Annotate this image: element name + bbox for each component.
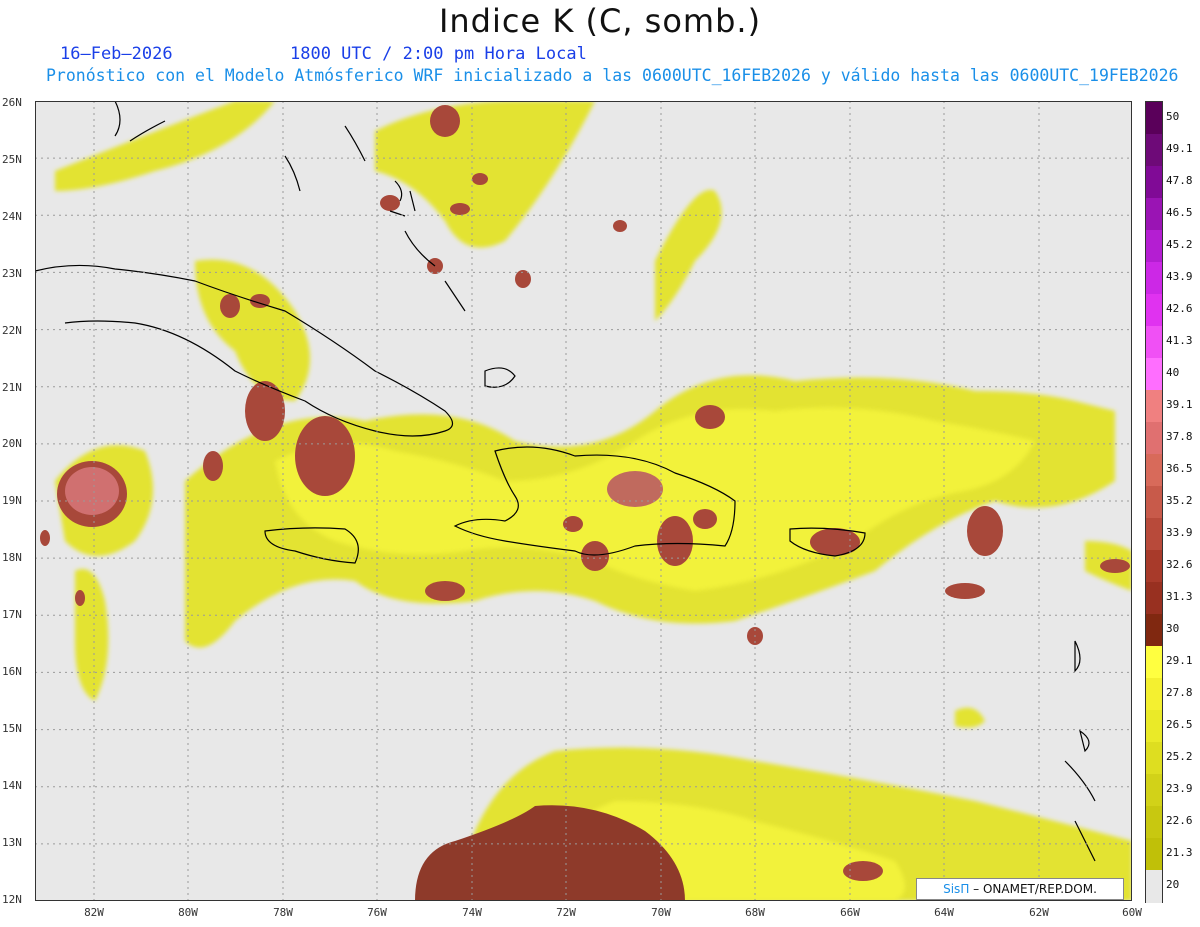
- legend-swatch: [1146, 838, 1162, 871]
- lat-label: 24N: [2, 210, 22, 223]
- legend-swatch: [1146, 550, 1162, 583]
- legend-label: 43.9: [1166, 270, 1193, 283]
- legend-label: 31.3: [1166, 590, 1193, 603]
- legend-swatch: [1146, 358, 1162, 391]
- lon-label: 66W: [840, 906, 860, 919]
- legend-label: 25.2: [1166, 750, 1193, 763]
- legend-label: 47.8: [1166, 174, 1193, 187]
- lat-label: 12N: [2, 893, 22, 906]
- credit-box: SisΠ – ONAMET/REP.DOM.: [916, 878, 1124, 900]
- legend-swatch: [1146, 294, 1162, 327]
- lon-label: 78W: [273, 906, 293, 919]
- lat-label: 22N: [2, 324, 22, 337]
- legend-swatch: [1146, 326, 1162, 359]
- legend-swatch: [1146, 454, 1162, 487]
- color-legend: [1145, 101, 1163, 903]
- legend-swatch: [1146, 742, 1162, 775]
- lat-label: 13N: [2, 836, 22, 849]
- legend-swatch: [1146, 518, 1162, 551]
- legend-label: 40: [1166, 366, 1180, 379]
- lon-label: 76W: [367, 906, 387, 919]
- map-title: Indice K (C, somb.): [438, 2, 762, 40]
- legend-label: 30: [1166, 622, 1180, 635]
- lon-label: 68W: [745, 906, 765, 919]
- legend-label: 42.6: [1166, 302, 1193, 315]
- legend-label: 32.6: [1166, 558, 1193, 571]
- legend-swatch: [1146, 870, 1162, 903]
- forecast-time: 1800 UTC / 2:00 pm Hora Local: [290, 44, 587, 64]
- lon-label: 72W: [556, 906, 576, 919]
- lat-label: 20N: [2, 437, 22, 450]
- legend-label: 26.5: [1166, 718, 1193, 731]
- lat-label: 17N: [2, 608, 22, 621]
- legend-label: 35.2: [1166, 494, 1193, 507]
- legend-label: 20: [1166, 878, 1180, 891]
- lat-label: 23N: [2, 267, 22, 280]
- legend-label: 37.8: [1166, 430, 1193, 443]
- legend-label: 50: [1166, 110, 1180, 123]
- legend-swatch: [1146, 422, 1162, 455]
- legend-label: 23.9: [1166, 782, 1193, 795]
- lat-label: 15N: [2, 722, 22, 735]
- lon-label: 70W: [651, 906, 671, 919]
- legend-swatch: [1146, 390, 1162, 423]
- legend-swatch: [1146, 230, 1162, 263]
- legend-swatch: [1146, 646, 1162, 679]
- legend-swatch: [1146, 134, 1162, 167]
- legend-swatch: [1146, 486, 1162, 519]
- legend-label: 29.1: [1166, 654, 1193, 667]
- lat-label: 19N: [2, 494, 22, 507]
- forecast-date: 16–Feb–2026: [60, 44, 173, 64]
- legend-label: 41.3: [1166, 334, 1193, 347]
- legend-swatch: [1146, 774, 1162, 807]
- legend-swatch: [1146, 678, 1162, 711]
- legend-swatch: [1146, 262, 1162, 295]
- lon-label: 60W: [1122, 906, 1142, 919]
- legend-swatch: [1146, 166, 1162, 199]
- lat-label: 21N: [2, 381, 22, 394]
- legend-label: 21.3: [1166, 846, 1193, 859]
- legend-swatch: [1146, 710, 1162, 743]
- model-subtitle: Pronóstico con el Modelo Atmósferico WRF…: [46, 66, 1179, 85]
- lon-label: 80W: [178, 906, 198, 919]
- legend-swatch: [1146, 806, 1162, 839]
- legend-label: 45.2: [1166, 238, 1193, 251]
- legend-swatch: [1146, 198, 1162, 231]
- lat-label: 14N: [2, 779, 22, 792]
- legend-swatch: [1146, 102, 1162, 135]
- legend-label: 46.5: [1166, 206, 1193, 219]
- lat-label: 25N: [2, 153, 22, 166]
- legend-label: 33.9: [1166, 526, 1193, 539]
- lon-label: 82W: [84, 906, 104, 919]
- lon-label: 64W: [934, 906, 954, 919]
- lat-label: 16N: [2, 665, 22, 678]
- credit-text: – ONAMET/REP.DOM.: [973, 882, 1097, 896]
- legend-label: 49.1: [1166, 142, 1193, 155]
- lon-label: 62W: [1029, 906, 1049, 919]
- lon-label: 74W: [462, 906, 482, 919]
- k-index-map: [35, 101, 1132, 901]
- legend-swatch: [1146, 614, 1162, 647]
- legend-swatch: [1146, 582, 1162, 615]
- legend-label: 22.6: [1166, 814, 1193, 827]
- legend-label: 39.1: [1166, 398, 1193, 411]
- credit-brand: SisΠ: [943, 882, 970, 896]
- legend-label: 36.5: [1166, 462, 1193, 475]
- legend-label: 27.8: [1166, 686, 1193, 699]
- lat-label: 18N: [2, 551, 22, 564]
- lat-label: 26N: [2, 96, 22, 109]
